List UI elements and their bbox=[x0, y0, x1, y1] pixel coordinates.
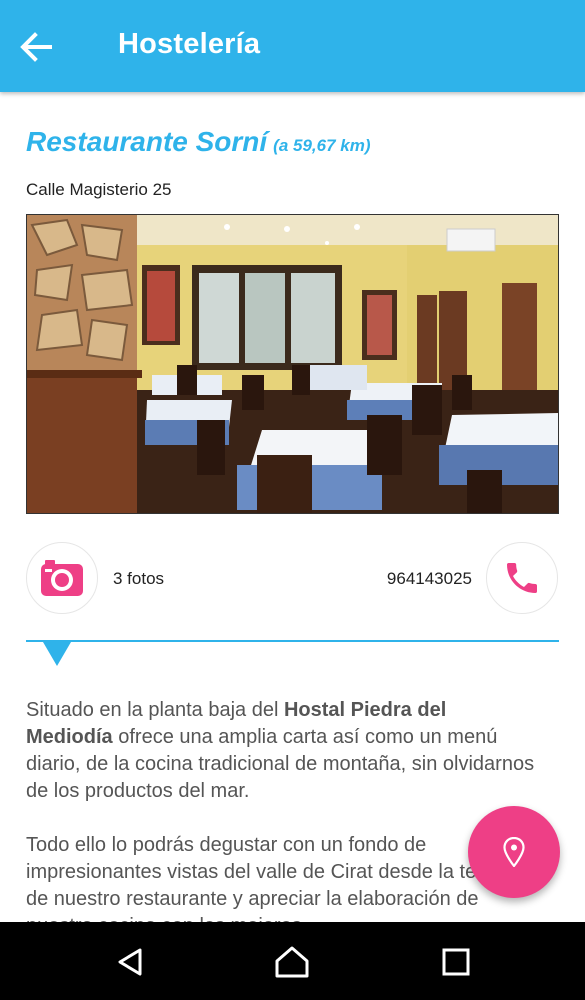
nav-back-icon bbox=[118, 948, 142, 976]
arrow-left-icon bbox=[20, 32, 52, 62]
restaurant-address: Calle Magisterio 25 bbox=[26, 180, 172, 199]
phone-number[interactable]: 964143025 bbox=[387, 569, 472, 589]
title-row: Restaurante Sorní (a 59,67 km) bbox=[26, 126, 371, 158]
phone-icon bbox=[507, 563, 537, 593]
camera-icon bbox=[41, 560, 83, 596]
restaurant-photo[interactable] bbox=[26, 214, 559, 514]
restaurant-description: Situado en la planta baja del Hostal Pie… bbox=[26, 697, 536, 922]
description-paragraph-1: Situado en la planta baja del Hostal Pie… bbox=[26, 699, 535, 802]
nav-recents-button[interactable] bbox=[436, 942, 476, 982]
restaurant-photo-illustration bbox=[27, 215, 558, 513]
call-button[interactable] bbox=[486, 542, 558, 614]
nav-home-icon bbox=[275, 946, 309, 978]
photos-button[interactable] bbox=[26, 542, 98, 614]
map-location-fab[interactable] bbox=[468, 806, 560, 898]
restaurant-distance: (a 59,67 km) bbox=[273, 136, 371, 155]
restaurant-name: Restaurante Sorní bbox=[26, 126, 268, 157]
photos-count[interactable]: 3 fotos bbox=[113, 569, 164, 589]
restaurant-detail: Restaurante Sorní (a 59,67 km) Calle Magi… bbox=[0, 92, 585, 922]
page-title: Hostelería bbox=[118, 28, 261, 60]
nav-recents-icon bbox=[442, 948, 470, 976]
description-paragraph-2: Todo ello lo podrás degustar con un fond… bbox=[26, 834, 522, 922]
app-bar: Hostelería bbox=[0, 0, 585, 92]
nav-back-button[interactable] bbox=[110, 942, 150, 982]
system-nav-bar bbox=[0, 922, 585, 1000]
divider-arrow bbox=[43, 642, 71, 666]
map-pin-icon bbox=[503, 837, 525, 867]
back-button[interactable] bbox=[14, 24, 60, 70]
section-divider bbox=[26, 640, 559, 642]
nav-home-button[interactable] bbox=[272, 942, 312, 982]
